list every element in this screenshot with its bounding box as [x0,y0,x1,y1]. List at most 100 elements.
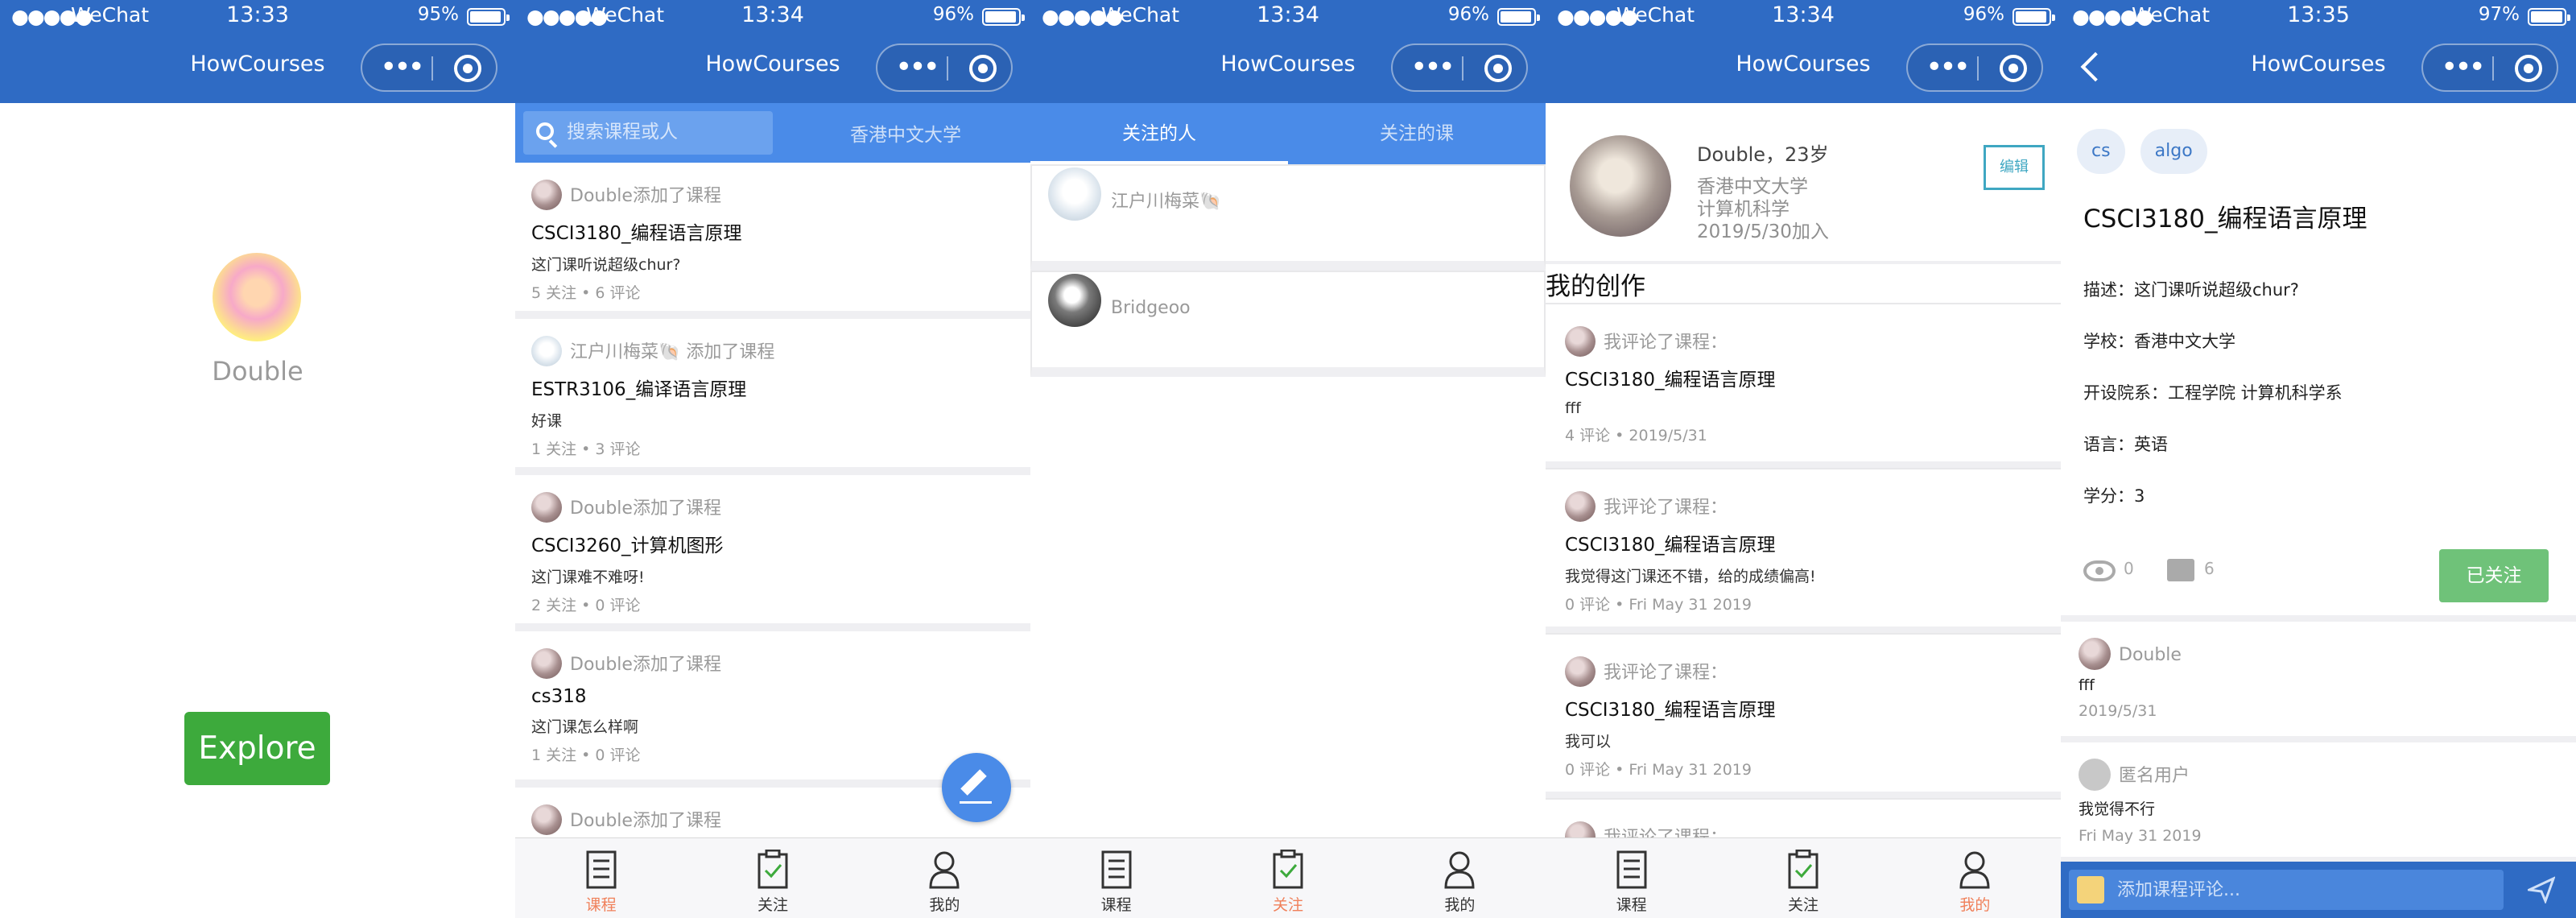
capsule-divider [1462,56,1463,81]
following-tabs: 关注的人 关注的课 [1030,103,1546,164]
user-icon [1959,851,1990,889]
tab-mine[interactable]: 我的 [1374,838,1546,918]
feed-action: 添加了课程 [632,811,721,831]
explore-button[interactable]: Explore [184,712,330,785]
creation-header: 我评论了课程： [1565,656,2041,689]
tab-mine[interactable]: 我的 [859,838,1030,918]
close-miniprogram-button[interactable] [2000,55,2027,82]
creation-course: CSCI3180_编程语言原理 [1565,535,1776,556]
tab-followed-people[interactable]: 关注的人 [1030,103,1288,164]
battery-percent: 96% [1447,4,1489,25]
school-filter[interactable]: 香港中文大学 [781,119,1030,147]
creation-head-text: 我评论了课程： [1604,333,1728,353]
navbar: ●●●●● WeChat 13:34 96% HowCourses ••• [515,0,1030,103]
tab-mine[interactable]: 我的 [1889,838,2061,918]
creation-list: 我评论了课程： CSCI3180_编程语言原理 fff 4 评论 • 2019/… [1546,303,2061,918]
battery-percent: 96% [932,4,974,25]
tab-courses[interactable]: 课程 [1030,838,1202,918]
tab-following[interactable]: 关注 [1717,838,1889,918]
avatar [1048,167,1101,221]
comment-count: 6 [2204,559,2215,578]
feed-course-title: ESTR3106_编译语言原理 [531,379,747,400]
feed-description: 这门课怎么样啊 [531,718,639,736]
comment-time: Fri May 31 2019 [2079,827,2202,845]
edit-profile-button[interactable]: 编辑 [1984,145,2045,190]
comment-text: 我觉得不行 [2079,800,2156,818]
tab-following[interactable]: 关注 [687,838,858,918]
list-item[interactable]: 江户川梅菜🐚 [1030,164,1546,271]
tab-following[interactable]: 关注 [1202,838,1373,918]
feed-item[interactable]: 江户川梅菜🐚 添加了课程 ESTR3106_编译语言原理 好课 1 关注 • 3… [515,319,1030,475]
profile-name-age: Double，23岁 [1697,143,1829,166]
comment-bar [2061,862,2576,918]
tab-label: 关注 [757,896,788,914]
user-avatar-icon [2077,876,2104,904]
send-icon[interactable] [2528,876,2555,904]
more-menu-button[interactable]: ••• [1407,50,1455,85]
feed-item-header: Double添加了课程 [531,492,1014,525]
miniprogram-capsule: ••• [1906,43,2043,92]
search-input[interactable] [567,114,768,150]
user-icon [929,851,960,889]
feed-meta: 5 关注 • 6 评论 [531,284,641,302]
comment-icon [2167,559,2194,581]
creation-course: CSCI3180_编程语言原理 [1565,700,1776,721]
list-item[interactable]: 我评论了课程： CSCI3180_编程语言原理 fff 4 评论 • 2019/… [1546,303,2061,468]
comment-list: Double fff 2019/5/31 匿名用户 我觉得不行 Fri May … [2061,615,2576,863]
courses-tab-icon [1616,850,1647,889]
close-miniprogram-button[interactable] [969,55,997,82]
feed-action: 添加了课程 [686,342,775,362]
feed-action: 添加了课程 [632,186,721,206]
more-menu-button[interactable]: ••• [2438,50,2486,85]
profile-joined: 2019/5/30加入 [1697,221,1829,242]
avatar [1570,135,1671,237]
avatar [531,492,562,523]
creation-text: fff [1565,399,1581,417]
more-menu-button[interactable]: ••• [377,50,425,85]
tab-courses[interactable]: 课程 [1546,838,1717,918]
tab-followed-courses[interactable]: 关注的课 [1288,103,1546,164]
search-box[interactable] [523,111,773,155]
comment-input[interactable] [2069,870,2504,910]
more-menu-button[interactable]: ••• [892,50,940,85]
course-description: 描述：这门课听说超级chur? [2083,280,2299,300]
close-miniprogram-button[interactable] [454,55,481,82]
feed-item[interactable]: Double添加了课程 CSCI3260_计算机图形 这门课难不难呀! 2 关注… [515,475,1030,631]
tab-label: 我的 [1959,896,1991,914]
close-miniprogram-button[interactable] [1484,55,1512,82]
avatar [531,648,562,679]
tab-courses[interactable]: 课程 [515,838,687,918]
comment-time: 2019/5/31 [2079,702,2157,720]
avatar [1565,491,1596,522]
create-course-button[interactable] [942,753,1011,822]
close-miniprogram-button[interactable] [2515,55,2542,82]
course-credits: 学分：3 [2083,486,2145,506]
tab-label: 课程 [1616,896,1647,914]
courses-tab-icon [1101,850,1132,889]
tag-chip[interactable]: cs [2077,129,2125,174]
comment-user: Double [2119,645,2182,665]
creation-course: CSCI3180_编程语言原理 [1565,370,1776,391]
battery-icon [2528,8,2570,26]
more-menu-button[interactable]: ••• [1922,50,1971,85]
followed-people-list: 江户川梅菜🐚 Bridgeoo [1030,164,1546,377]
miniprogram-capsule: ••• [1391,43,1528,92]
tab-label: 课程 [585,896,617,914]
avatar [531,180,562,210]
feed-item[interactable]: Double添加了课程 CSCI3180_编程语言原理 这门课听说超级chur?… [515,163,1030,319]
navbar: ●●●●● WeChat 13:35 97% HowCourses ••• [2061,0,2576,103]
search-icon [536,122,554,140]
tag-chip[interactable]: algo [2140,129,2207,174]
eye-icon [2083,560,2116,581]
user-name: Double [212,356,303,387]
view-count: 0 [2124,559,2134,578]
screen-following: ●●●●● WeChat 13:34 96% HowCourses ••• 关注… [1030,0,1546,918]
comment-item: Double fff 2019/5/31 [2061,622,2576,742]
list-item[interactable]: 我评论了课程： CSCI3180_编程语言原理 我可以 0 评论 • Fri M… [1546,633,2061,798]
tab-bar: 课程 关注 我的 [515,837,1030,918]
list-item[interactable]: 我评论了课程： CSCI3180_编程语言原理 我觉得这门课还不错，给的成绩偏高… [1546,468,2061,633]
list-item[interactable]: Bridgeoo [1030,271,1546,377]
follow-toggle-button[interactable]: 已关注 [2439,549,2549,602]
creation-head-text: 我评论了课程： [1604,498,1728,518]
section-title: 我的创作 [1546,272,1645,301]
